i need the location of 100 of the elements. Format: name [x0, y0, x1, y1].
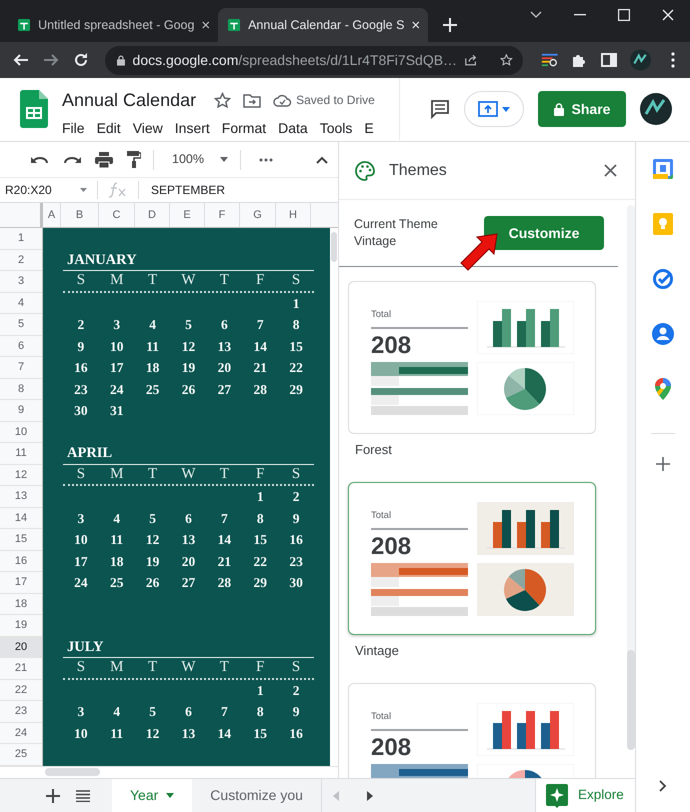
calendar-icon[interactable]	[652, 158, 674, 180]
caret-icon[interactable]	[80, 188, 87, 192]
column-header[interactable]: H	[276, 203, 311, 227]
date-number: 22	[252, 554, 268, 568]
function-icon	[108, 182, 128, 198]
address-bar[interactable]: docs.google.com/spreadsheets/d/1Lr4T8Fi7SdQB…	[104, 46, 523, 74]
chevron-right-icon[interactable]	[659, 780, 667, 792]
share-icon[interactable]	[465, 53, 478, 67]
row-header[interactable]: 6	[0, 336, 42, 357]
theme-card[interactable]: Total 208	[348, 281, 596, 434]
weekday-label: F	[255, 660, 266, 676]
total-label: Total	[371, 509, 392, 523]
cloud-check-icon[interactable]	[273, 94, 292, 106]
more-icon[interactable]	[258, 158, 273, 162]
row-header[interactable]: 21	[0, 658, 42, 680]
undo-icon[interactable]	[31, 154, 49, 164]
lock-icon	[116, 54, 125, 66]
row-header[interactable]: 24	[0, 722, 42, 744]
profile-avatar[interactable]	[630, 48, 652, 72]
back-arrow-icon[interactable]	[13, 52, 30, 68]
row-header[interactable]: 7	[0, 357, 42, 378]
menu-item[interactable]: Insert	[168, 116, 216, 141]
zoom-select[interactable]: 100%	[166, 153, 228, 166]
add-icon[interactable]	[656, 457, 670, 471]
row-header[interactable]: 1	[0, 228, 42, 250]
menu-item[interactable]: Edit	[90, 116, 127, 141]
sheet-tab[interactable]: Customize you	[192, 779, 321, 812]
menu-item[interactable]: Tools	[314, 116, 358, 141]
scrollbar[interactable]	[627, 205, 635, 750]
star-icon[interactable]	[500, 52, 513, 68]
maximize-icon[interactable]	[618, 9, 630, 21]
customize-button[interactable]: Customize	[484, 216, 604, 250]
paint-format-icon[interactable]	[127, 151, 141, 168]
row-header[interactable]: 23	[0, 701, 42, 722]
column-header[interactable]: E	[170, 203, 205, 227]
caret-icon	[166, 793, 174, 798]
row-header[interactable]: 17	[0, 572, 42, 594]
menu-item[interactable]: File	[56, 116, 91, 141]
name-box[interactable]: R20:X20	[0, 181, 80, 199]
sheets-logo-icon[interactable]	[20, 90, 48, 128]
row-header[interactable]: 20	[0, 636, 42, 658]
row-header[interactable]: 13	[0, 486, 42, 508]
theme-card[interactable]: Total 208	[348, 482, 596, 635]
column-header[interactable]: D	[135, 203, 170, 227]
comment-icon[interactable]	[430, 99, 450, 119]
column-header[interactable]: G	[240, 203, 276, 227]
row-header[interactable]: 14	[0, 508, 42, 529]
column-header[interactable]: A	[43, 203, 61, 227]
row-header[interactable]: 25	[0, 744, 42, 766]
row-header[interactable]: 18	[0, 594, 42, 615]
menu-item[interactable]: Format	[216, 116, 272, 141]
contacts-icon[interactable]	[652, 323, 674, 345]
menu-item[interactable]: E	[358, 116, 380, 141]
reload-icon[interactable]	[73, 52, 90, 68]
map-pin-icon[interactable]	[655, 378, 671, 400]
column-header[interactable]: F	[205, 203, 240, 227]
row-header[interactable]: 22	[0, 680, 42, 701]
column-header[interactable]: B	[61, 203, 99, 227]
weekday-label: S	[290, 273, 302, 288]
new-tab-icon[interactable]	[443, 18, 457, 32]
row-header[interactable]: 9	[0, 400, 42, 422]
row-header[interactable]: 8	[0, 378, 42, 400]
row-header[interactable]: 5	[0, 314, 42, 336]
row-header[interactable]: 4	[0, 292, 42, 314]
browser-tab[interactable]: Annual Calendar - Google S	[218, 8, 428, 42]
row-header[interactable]: 16	[0, 550, 42, 572]
star-icon[interactable]	[214, 92, 232, 108]
close-icon[interactable]	[604, 164, 617, 177]
column-header[interactable]: C	[99, 203, 135, 227]
weekday-label: M	[109, 660, 124, 676]
row-header[interactable]: 2	[0, 250, 42, 271]
row-header[interactable]: 11	[0, 443, 42, 464]
forward-arrow-icon[interactable]	[43, 52, 60, 68]
extension-icon[interactable]	[540, 51, 558, 69]
redo-icon[interactable]	[63, 154, 81, 164]
formula-field[interactable]: SEPTEMBER	[139, 181, 226, 199]
share-button[interactable]: Share	[538, 91, 626, 127]
row-header[interactable]: 12	[0, 464, 42, 486]
close-tab-icon[interactable]	[202, 20, 210, 30]
date-number: 5	[184, 318, 193, 332]
row-header[interactable]: 3	[0, 271, 42, 292]
collapse-chevron-icon[interactable]	[316, 156, 328, 164]
theme-card[interactable]: Total 208	[348, 683, 596, 778]
date-number: 12	[144, 533, 160, 546]
date-number: 9	[76, 340, 86, 353]
caret-icon	[220, 157, 228, 162]
row-header[interactable]: 10	[0, 422, 42, 443]
sheet-tab[interactable]: Year	[112, 779, 192, 812]
present-button[interactable]	[464, 91, 524, 127]
menu-item[interactable]: Data	[272, 116, 314, 141]
print-icon[interactable]	[95, 152, 113, 168]
menu-item[interactable]: View	[126, 116, 169, 141]
move-folder-icon[interactable]	[243, 92, 262, 108]
browser-tab[interactable]: Untitled spreadsheet - Goog	[8, 8, 218, 42]
user-avatar[interactable]	[640, 93, 672, 125]
document-title[interactable]: Annual Calendar	[62, 86, 196, 114]
tasks-icon[interactable]	[652, 268, 674, 290]
row-header[interactable]: 15	[0, 529, 42, 550]
total-value: 208	[371, 334, 412, 358]
minimize-icon[interactable]	[574, 14, 586, 16]
